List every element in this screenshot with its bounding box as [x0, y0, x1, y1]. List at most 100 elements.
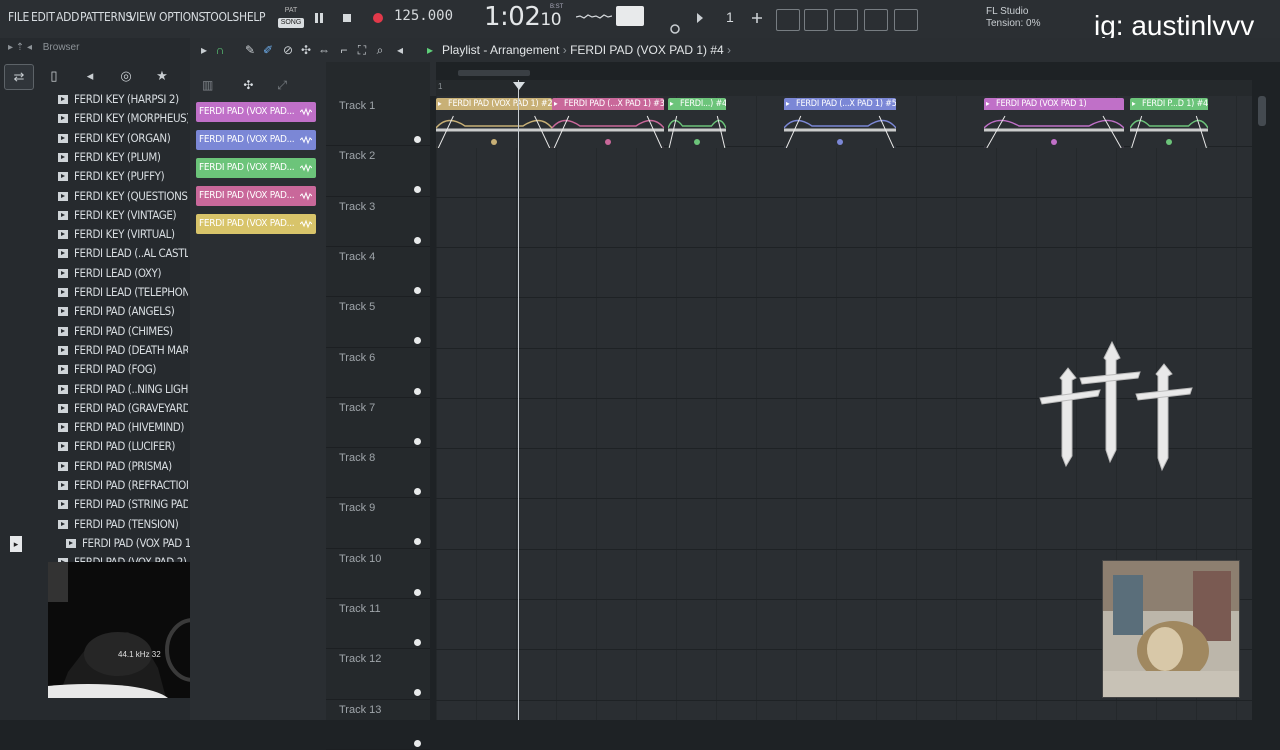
playlist-clip[interactable]: FERDI PAD (...X PAD 1) #5: [784, 98, 896, 148]
browser-item[interactable]: FERDI PAD (ANGELS): [58, 302, 188, 321]
track-name[interactable]: Track 5: [339, 301, 375, 313]
add-pattern-icon[interactable]: [750, 11, 764, 25]
playlist-clip[interactable]: FERDI...) #4: [668, 98, 726, 148]
tempo-display[interactable]: 125.000: [394, 8, 453, 30]
track-mute-toggle[interactable]: [414, 286, 421, 294]
browser-item[interactable]: FERDI LEAD (TELEPHONE): [58, 283, 188, 302]
playhead-marker-icon[interactable]: [513, 82, 525, 90]
browser-item[interactable]: FERDI KEY (VINTAGE): [58, 206, 188, 225]
paint-tool-icon[interactable]: ✐: [260, 42, 276, 58]
track-name[interactable]: Track 13: [339, 704, 381, 716]
tab-all-icon[interactable]: ⇄: [4, 64, 34, 90]
tab-files-icon[interactable]: ▯: [40, 64, 68, 88]
picker-pattern-icon[interactable]: ▥: [202, 78, 213, 92]
browser-item[interactable]: FERDI PAD (VOX PAD 1): [66, 534, 196, 553]
browser-item[interactable]: FERDI PAD (CHIMES): [58, 322, 188, 341]
browser-item[interactable]: FERDI KEY (MORPHEUS): [58, 109, 188, 128]
track-mute-toggle[interactable]: [414, 236, 421, 244]
track-name[interactable]: Track 7: [339, 402, 375, 414]
browser-item[interactable]: FERDI KEY (ORGAN): [58, 129, 188, 148]
slice-tool-icon[interactable]: ⌐: [336, 42, 352, 58]
browser-item[interactable]: FERDI PAD (DEATH MARCH): [58, 341, 188, 360]
track-mute-toggle[interactable]: [414, 639, 421, 646]
browser-item[interactable]: FERDI PAD (HIVEMIND): [58, 418, 188, 437]
track-mute-toggle[interactable]: [414, 689, 421, 697]
pattern-picker-item[interactable]: FERDI PAD (VOX PAD...: [196, 186, 316, 206]
track-name[interactable]: Track 10: [339, 553, 381, 565]
browser-item[interactable]: FERDI KEY (HARPSI 2): [58, 90, 188, 109]
browser-item[interactable]: FERDI LEAD (OXY): [58, 264, 188, 283]
track-mute-toggle[interactable]: [414, 588, 421, 596]
browser-item[interactable]: FERDI PAD (REFRACTION): [58, 476, 188, 495]
track-mute-toggle[interactable]: [414, 538, 421, 546]
tab-plugins-icon[interactable]: ◎: [112, 64, 140, 88]
delete-tool-icon[interactable]: ⊘: [280, 42, 296, 58]
track-mute-toggle[interactable]: [414, 739, 421, 747]
pattern-picker-item[interactable]: FERDI PAD (VOX PAD...: [196, 158, 316, 178]
menu-patterns[interactable]: PATTERNS: [80, 10, 132, 24]
track-mute-toggle[interactable]: [414, 488, 421, 496]
mixer-icon[interactable]: [864, 9, 888, 31]
browser-item[interactable]: FERDI PAD (..NING LIGHT): [58, 380, 188, 399]
playlist-clip[interactable]: FERDI PAD (...X PAD 1) #3: [552, 98, 664, 148]
channel-rack-icon[interactable]: [834, 9, 858, 31]
stop-icon[interactable]: [338, 9, 356, 27]
metronome-icon[interactable]: [668, 22, 682, 36]
slip-tool-icon[interactable]: ⇔: [316, 42, 332, 58]
collapse-arrow-icon[interactable]: ▸: [10, 536, 22, 552]
pat-song-toggle[interactable]: PAT SONG: [278, 6, 304, 32]
track-name[interactable]: Track 8: [339, 452, 375, 464]
menu-view[interactable]: VIEW: [129, 10, 156, 24]
timeline-ruler[interactable]: 1: [436, 70, 1252, 96]
track-name[interactable]: Track 2: [339, 150, 375, 162]
track-mute-toggle[interactable]: [414, 136, 421, 143]
browser-item[interactable]: FERDI KEY (QUESTIONS): [58, 187, 188, 206]
menu-tools[interactable]: TOOLS: [204, 10, 239, 24]
playback-tool-icon[interactable]: ◂: [392, 42, 408, 58]
magnet-icon[interactable]: ∩: [212, 42, 228, 58]
piano-roll-icon[interactable]: [804, 9, 828, 31]
browser-item[interactable]: FERDI LEAD (..AL CASTLES): [58, 244, 188, 263]
playlist-clip[interactable]: FERDI PAD (VOX PAD 1) #2: [436, 98, 552, 148]
track-mute-toggle[interactable]: [414, 387, 421, 395]
browser-item[interactable]: FERDI PAD (TENSION): [58, 515, 188, 534]
record-icon[interactable]: [369, 9, 387, 27]
picker-automation-icon[interactable]: ⤢: [277, 78, 287, 92]
menu-add[interactable]: ADD: [56, 10, 79, 24]
pattern-picker-item[interactable]: FERDI PAD (VOX PAD...: [196, 130, 316, 150]
track-name[interactable]: Track 1: [339, 100, 375, 112]
plugin-picker-icon[interactable]: [894, 9, 918, 31]
select-tool-icon[interactable]: ⛶: [354, 42, 370, 58]
playlist-clip[interactable]: FERDI P...D 1) #4: [1130, 98, 1208, 148]
play-arrow-icon[interactable]: [694, 11, 706, 25]
track-mute-toggle[interactable]: [414, 337, 421, 345]
play-playlist-icon[interactable]: ▸: [422, 42, 438, 58]
horizontal-scroll-thumb[interactable]: [458, 70, 530, 76]
pause-icon[interactable]: [310, 9, 328, 27]
pattern-picker-item[interactable]: FERDI PAD (VOX PAD...: [196, 214, 316, 234]
track-name[interactable]: Track 6: [339, 352, 375, 364]
browser-item[interactable]: FERDI PAD (PRISMA): [58, 457, 188, 476]
mute-tool-icon[interactable]: ✣: [298, 42, 314, 58]
browser-item[interactable]: FERDI KEY (PUFFY): [58, 167, 188, 186]
track-mute-toggle[interactable]: [414, 186, 421, 194]
tab-favorites-icon[interactable]: ★: [148, 64, 176, 88]
playhead-line[interactable]: [518, 80, 519, 720]
browser-item[interactable]: FERDI PAD (GRAVEYARD): [58, 399, 188, 418]
browser-item[interactable]: FERDI KEY (PLUM): [58, 148, 188, 167]
menu-file[interactable]: FILE: [8, 10, 29, 24]
track-name[interactable]: Track 11: [339, 603, 381, 615]
browser-nav-icon[interactable]: ▸ ⇡ ◂: [8, 42, 32, 53]
track-mute-toggle[interactable]: [414, 437, 421, 445]
browser-item[interactable]: FERDI PAD (STRING PAD): [58, 495, 188, 514]
browser-item[interactable]: FERDI KEY (VIRTUAL): [58, 225, 188, 244]
menu-options[interactable]: OPTIONS: [159, 10, 205, 24]
track-name[interactable]: Track 4: [339, 251, 375, 263]
playlist-icon[interactable]: [776, 9, 800, 31]
browser-item[interactable]: FERDI PAD (FOG): [58, 360, 188, 379]
vertical-scrollbar[interactable]: [1258, 96, 1266, 126]
track-name[interactable]: Track 9: [339, 502, 375, 514]
pattern-picker-item[interactable]: FERDI PAD (VOX PAD...: [196, 102, 316, 122]
menu-edit[interactable]: EDIT: [31, 10, 55, 24]
playlist-clip[interactable]: FERDI PAD (VOX PAD 1): [984, 98, 1124, 148]
